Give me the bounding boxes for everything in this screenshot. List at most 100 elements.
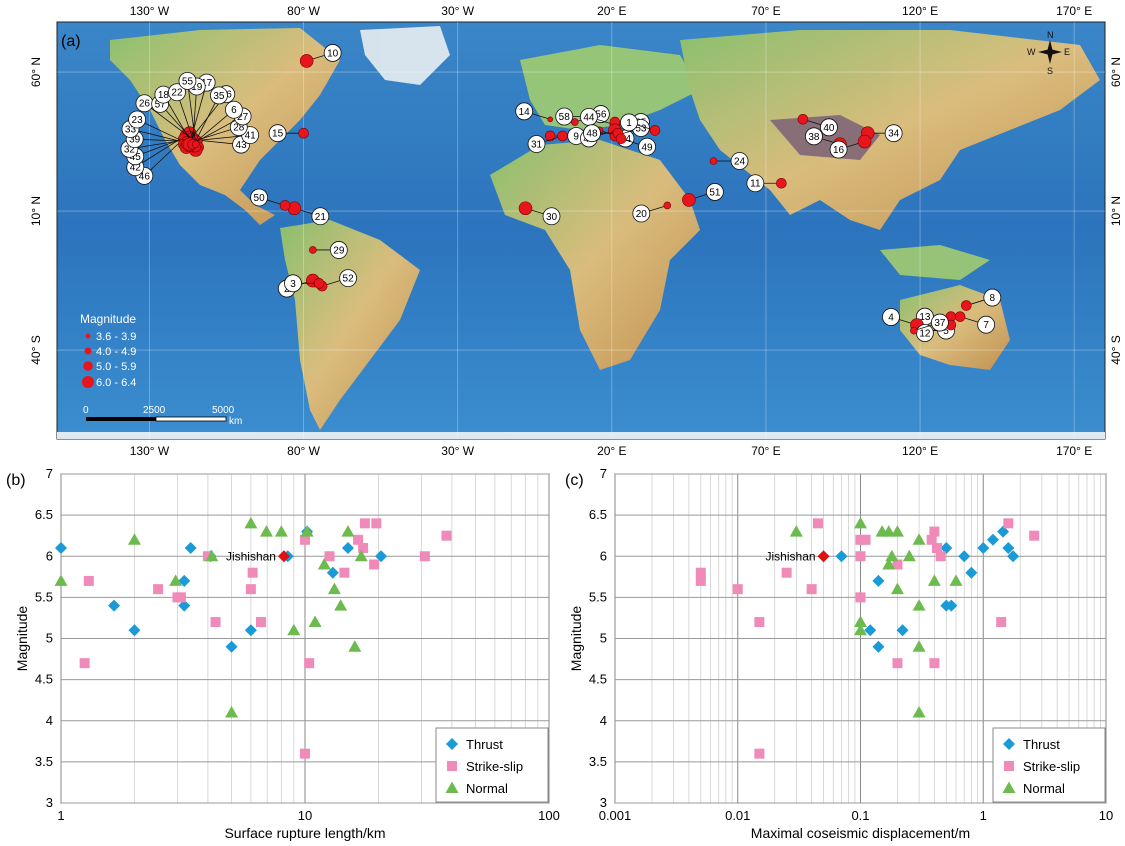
x-axis-title: Maximal coseismic displacement/m [751, 825, 970, 841]
scale-label-0: 0 [83, 405, 89, 416]
world-map: (a) 130° W 130° W 80° W 80° W 30° W 30° W 20° … [29, 4, 1123, 458]
data-point-square [812, 518, 823, 529]
data-point-square [441, 530, 452, 541]
event-label: 10 [327, 48, 339, 59]
data-point-square [855, 592, 866, 603]
event-label: 6 [231, 105, 237, 116]
y-tick-label: 5 [600, 631, 607, 646]
event-label: 41 [245, 131, 257, 142]
legend-item-2: 4.0 - 4.9 [96, 346, 136, 358]
event-label: 8 [990, 293, 996, 304]
scale-label-5000: 5000 [212, 405, 235, 416]
data-point-square [210, 617, 221, 628]
data-point-square [754, 748, 765, 759]
x-axis-title: Surface rupture length/km [224, 825, 385, 841]
x-tick-label: 0.001 [599, 808, 632, 823]
y-tick-label: 6 [600, 548, 607, 563]
lon-tick-bottom: 120° E [902, 444, 938, 458]
legend-title: Magnitude [80, 312, 136, 326]
event-marker [298, 127, 309, 139]
data-point-square [83, 575, 94, 586]
data-point-square [855, 551, 866, 562]
event-marker [709, 157, 718, 165]
event-marker [776, 177, 787, 189]
data-point-square [732, 584, 743, 595]
legend-marker-2 [84, 347, 92, 355]
event-marker [547, 116, 553, 123]
event-label: 12 [919, 329, 931, 340]
lon-tick-bottom: 80° W [287, 444, 320, 458]
compass-w-label: W [1027, 47, 1036, 57]
data-point-square [781, 567, 792, 578]
event-label: 35 [213, 91, 225, 102]
y-axis-title: Magnitude [568, 606, 584, 672]
jishishan-label: Jishishan [766, 549, 816, 563]
event-marker [518, 201, 533, 216]
event-label: 3 [290, 279, 296, 290]
event-label: 14 [519, 107, 531, 118]
compass-s-label: S [1047, 66, 1053, 76]
y-tick-label: 4.5 [589, 672, 607, 687]
event-marker [313, 278, 325, 289]
data-point-square [695, 575, 706, 586]
data-point-square [245, 584, 256, 595]
event-marker [279, 200, 291, 211]
data-point-square [369, 559, 380, 570]
event-label: 4 [888, 313, 894, 324]
x-tick-label: 10 [1099, 808, 1113, 823]
data-point-square [359, 518, 370, 529]
map-panel-label: (a) [61, 33, 81, 50]
event-label: 51 [709, 187, 721, 198]
event-marker [857, 134, 872, 149]
y-tick-label: 6 [46, 548, 53, 563]
x-tick-label: 1 [980, 808, 987, 823]
event-label: 16 [833, 145, 845, 156]
data-point-square [300, 748, 310, 759]
x-tick-label: 0.01 [725, 808, 750, 823]
compass-e-label: E [1064, 47, 1070, 57]
event-label: 44 [583, 112, 595, 123]
event-label: 29 [333, 245, 345, 256]
chart-rupture-length: (b) 1 10 100 3 3.5 4 4.5 5 5.5 6 6.5 7 Surface ruptu… [6, 466, 560, 841]
event-marker [663, 201, 672, 210]
x-tick-label: 1 [57, 808, 64, 823]
data-point-square [358, 543, 369, 554]
scale-label-km: km [229, 416, 242, 427]
event-marker [309, 246, 317, 254]
data-point-square [929, 658, 940, 669]
event-marker [191, 140, 200, 149]
y-tick-label: 5 [46, 631, 53, 646]
event-marker [615, 133, 627, 145]
event-label: 58 [559, 112, 571, 123]
data-point-square [1029, 530, 1040, 541]
event-label: 18 [158, 90, 170, 101]
chart-b-panel-label: (b) [6, 472, 26, 489]
data-point-square [996, 617, 1007, 628]
data-point-square [371, 518, 382, 529]
chart-c-panel-label: (c) [565, 472, 584, 489]
y-tick-label: 7 [46, 466, 53, 481]
lat-tick-left: 60° N [29, 57, 43, 87]
data-point-square [419, 551, 430, 562]
event-label: 31 [531, 139, 543, 150]
legend-label: Normal [1023, 781, 1065, 796]
data-point-square [806, 584, 817, 595]
y-tick-label: 5.5 [589, 589, 607, 604]
legend-marker-square [447, 761, 457, 771]
legend-item-1: 3.6 - 3.9 [96, 331, 136, 343]
lat-tick-right: 60° N [1109, 57, 1123, 87]
lat-tick-right: 40° S [1109, 335, 1123, 364]
event-label: 48 [586, 129, 598, 140]
event-label: 52 [343, 274, 355, 285]
lon-tick-bottom: 70° E [751, 444, 780, 458]
figure: (a) 130° W 130° W 80° W 80° W 30° W 30° W 20° … [6, 4, 1123, 841]
y-axis-title: Magnitude [14, 606, 30, 672]
event-marker [649, 125, 661, 136]
data-point-square [339, 567, 350, 578]
event-label: 30 [546, 212, 558, 223]
event-marker [910, 326, 918, 335]
data-point-square [892, 658, 903, 669]
event-label: 24 [734, 157, 746, 168]
legend-label: Thrust [1023, 737, 1060, 752]
lon-tick-top: 70° E [751, 4, 780, 18]
